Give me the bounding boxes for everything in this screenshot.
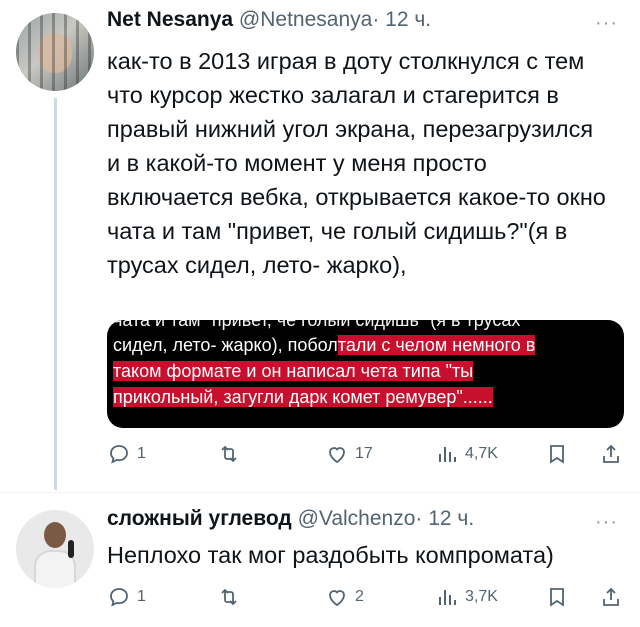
tweet-text: как-то в 2013 играя в доту столкнулся с … — [107, 48, 606, 278]
tweet-header: Net Nesanya @Netnesanya· 12 ч. — [107, 8, 431, 32]
views-icon — [439, 590, 456, 605]
views-count: 3,7K — [465, 588, 498, 605]
avatar-valchenzo[interactable] — [16, 510, 94, 588]
bookmark-icon — [550, 445, 564, 464]
retweet-button[interactable] — [217, 442, 247, 466]
image-line1-highlight: тали с челом немного в — [337, 335, 536, 355]
like-button[interactable]: 2 — [325, 585, 364, 609]
separator-dot: · — [372, 8, 380, 31]
retweet-button[interactable] — [217, 585, 247, 609]
tweet-actions: 1 2 3,7K — [107, 585, 627, 615]
author-name[interactable]: Net Nesanya — [107, 8, 233, 31]
more-options-button[interactable]: ··· — [595, 12, 618, 35]
author-name[interactable]: сложный углевод — [107, 507, 292, 530]
bookmark-button[interactable] — [545, 585, 569, 609]
image-line2-highlight: таком формате и он написал чета типа "ты — [113, 361, 474, 381]
tweet-divider — [0, 492, 640, 493]
reply-count: 1 — [137, 445, 146, 462]
heart-icon — [329, 590, 345, 607]
views-count: 4,7K — [465, 445, 498, 462]
image-text: сидел, лето- жарко), поболтали с челом н… — [113, 332, 536, 410]
share-icon — [603, 587, 619, 606]
reply-count: 1 — [137, 588, 146, 605]
image-line1-plain: сидел, лето- жарко), побол — [113, 335, 338, 355]
reply-icon — [110, 588, 128, 607]
separator-dot: · — [415, 507, 423, 530]
avatar-net-nesanya[interactable] — [16, 13, 94, 91]
reply-button[interactable]: 1 — [107, 585, 146, 609]
views-icon — [439, 447, 456, 462]
image-line3-highlight: прикольный, загугли дарк комет ремувер".… — [113, 387, 493, 407]
views-button[interactable]: 4,7K — [435, 442, 498, 466]
avatar-bars — [16, 13, 94, 91]
heart-icon — [329, 447, 345, 464]
thread-line — [54, 98, 57, 490]
reply-button[interactable]: 1 — [107, 442, 146, 466]
more-options-button[interactable]: ··· — [595, 511, 618, 534]
like-count: 17 — [355, 445, 373, 462]
retweet-icon — [221, 588, 237, 606]
retweet-icon — [221, 445, 237, 463]
share-button[interactable] — [599, 442, 623, 466]
like-button[interactable]: 17 — [325, 442, 373, 466]
share-button[interactable] — [599, 585, 623, 609]
bookmark-button[interactable] — [545, 442, 569, 466]
tweet-time[interactable]: 12 ч. — [428, 507, 474, 530]
tweet-text: Неплохо так мог раздобыть компромата) — [107, 542, 554, 568]
views-button[interactable]: 3,7K — [435, 585, 498, 609]
tweet-actions: 1 17 4,7K — [107, 442, 627, 472]
share-icon — [603, 444, 619, 463]
bookmark-icon — [550, 588, 564, 607]
author-handle[interactable]: @Valchenzo — [298, 507, 416, 530]
like-count: 2 — [355, 588, 364, 605]
image-cut-line: чата и там "привет, че голый сидишь" (я … — [113, 320, 521, 330]
tweet-image[interactable]: чата и там "привет, че голый сидишь" (я … — [107, 320, 624, 428]
avatar-mic — [68, 540, 74, 558]
tweet-time[interactable]: 12 ч. — [385, 8, 431, 31]
avatar-head — [44, 522, 66, 548]
tweet-header: сложный углевод @Valchenzo· 12 ч. — [107, 507, 474, 531]
author-handle[interactable]: @Netnesanya — [239, 8, 372, 31]
reply-icon — [110, 445, 128, 464]
